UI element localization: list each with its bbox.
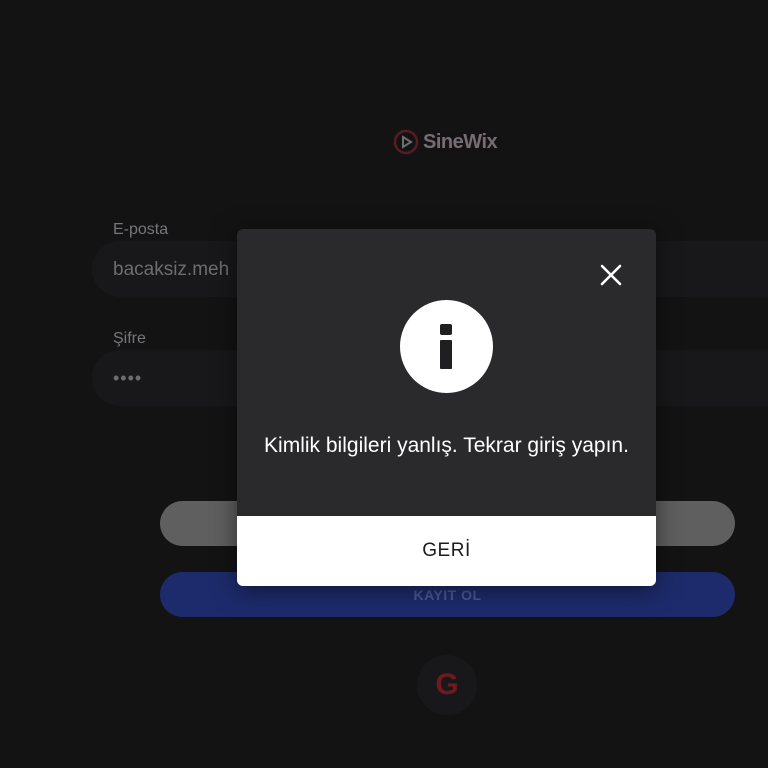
register-button-label: KAYIT OL [413,586,482,603]
close-icon [600,264,622,286]
error-dialog: Kimlik bilgileri yanlış. Tekrar giriş ya… [237,229,656,586]
play-circle-icon [393,129,419,155]
password-value: •••• [113,368,143,388]
email-value: bacaksiz.meh [113,259,230,280]
google-icon: G [435,668,459,701]
back-button-label: GERİ [422,540,471,561]
back-button[interactable]: GERİ [237,516,656,586]
info-icon-dot [440,324,452,335]
dialog-close-button[interactable] [595,259,627,291]
google-signin-button[interactable]: G [417,655,477,715]
info-icon-bar [440,340,452,369]
brand-name: SineWix [423,130,498,153]
email-label: E-posta [113,221,169,238]
app-logo: SineWix [393,124,498,160]
login-screen: SineWix E-posta bacaksiz.meh Şifre •••• … [0,0,768,768]
dialog-message: Kimlik bilgileri yanlış. Tekrar giriş ya… [264,434,629,457]
password-label: Şifre [113,330,146,347]
info-icon [400,300,493,393]
